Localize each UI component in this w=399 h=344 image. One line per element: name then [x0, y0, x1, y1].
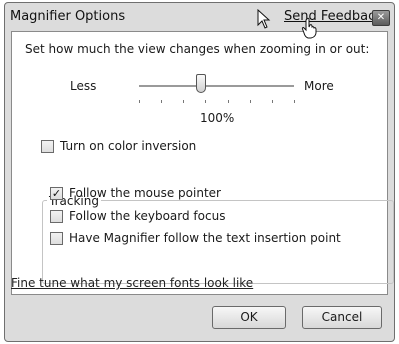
follow-text-insertion-checkbox[interactable]: [50, 232, 63, 245]
dialog-content: Set how much the view changes when zoomi…: [11, 31, 394, 295]
close-icon: ✕: [376, 12, 386, 23]
zoom-slider-thumb[interactable]: [196, 74, 206, 93]
follow-mouse-checkbox[interactable]: ✓: [50, 187, 63, 200]
magnifier-options-window: Magnifier Options Send Feedback ✕ Set ho…: [4, 2, 395, 342]
follow-mouse-label: Follow the mouse pointer: [69, 186, 221, 200]
checkmark-icon: ✓: [51, 187, 62, 200]
zoom-slider-tick: [228, 100, 229, 103]
close-button[interactable]: ✕: [372, 10, 390, 26]
cancel-button[interactable]: Cancel: [302, 306, 382, 329]
fine-tune-fonts-link[interactable]: Fine tune what my screen fonts look like: [11, 276, 253, 290]
zoom-slider-tick: [294, 100, 295, 103]
zoom-slider-tick: [272, 100, 273, 103]
zoom-slider-tick: [250, 100, 251, 103]
color-inversion-label: Turn on color inversion: [60, 139, 197, 153]
zoom-slider-tick: [205, 100, 206, 103]
send-feedback-link[interactable]: Send Feedback: [284, 9, 383, 24]
zoom-value-label: 100%: [200, 111, 235, 125]
zoom-slider-track[interactable]: [139, 85, 294, 88]
window-title: Magnifier Options: [10, 9, 126, 24]
zoom-more-label: More: [304, 79, 334, 93]
zoom-slider-tick: [139, 100, 140, 103]
ok-button[interactable]: OK: [212, 306, 286, 329]
zoom-slider-tick: [161, 100, 162, 103]
zoom-less-label: Less: [70, 79, 97, 93]
zoom-slider-tick: [183, 100, 184, 103]
color-inversion-checkbox[interactable]: [41, 140, 54, 153]
follow-keyboard-checkbox[interactable]: [50, 210, 63, 223]
title-bar: Magnifier Options Send Feedback ✕: [5, 3, 394, 30]
follow-keyboard-label: Follow the keyboard focus: [69, 209, 226, 223]
follow-text-insertion-label: Have Magnifier follow the text insertion…: [69, 231, 341, 245]
zoom-instruction: Set how much the view changes when zoomi…: [25, 42, 370, 56]
